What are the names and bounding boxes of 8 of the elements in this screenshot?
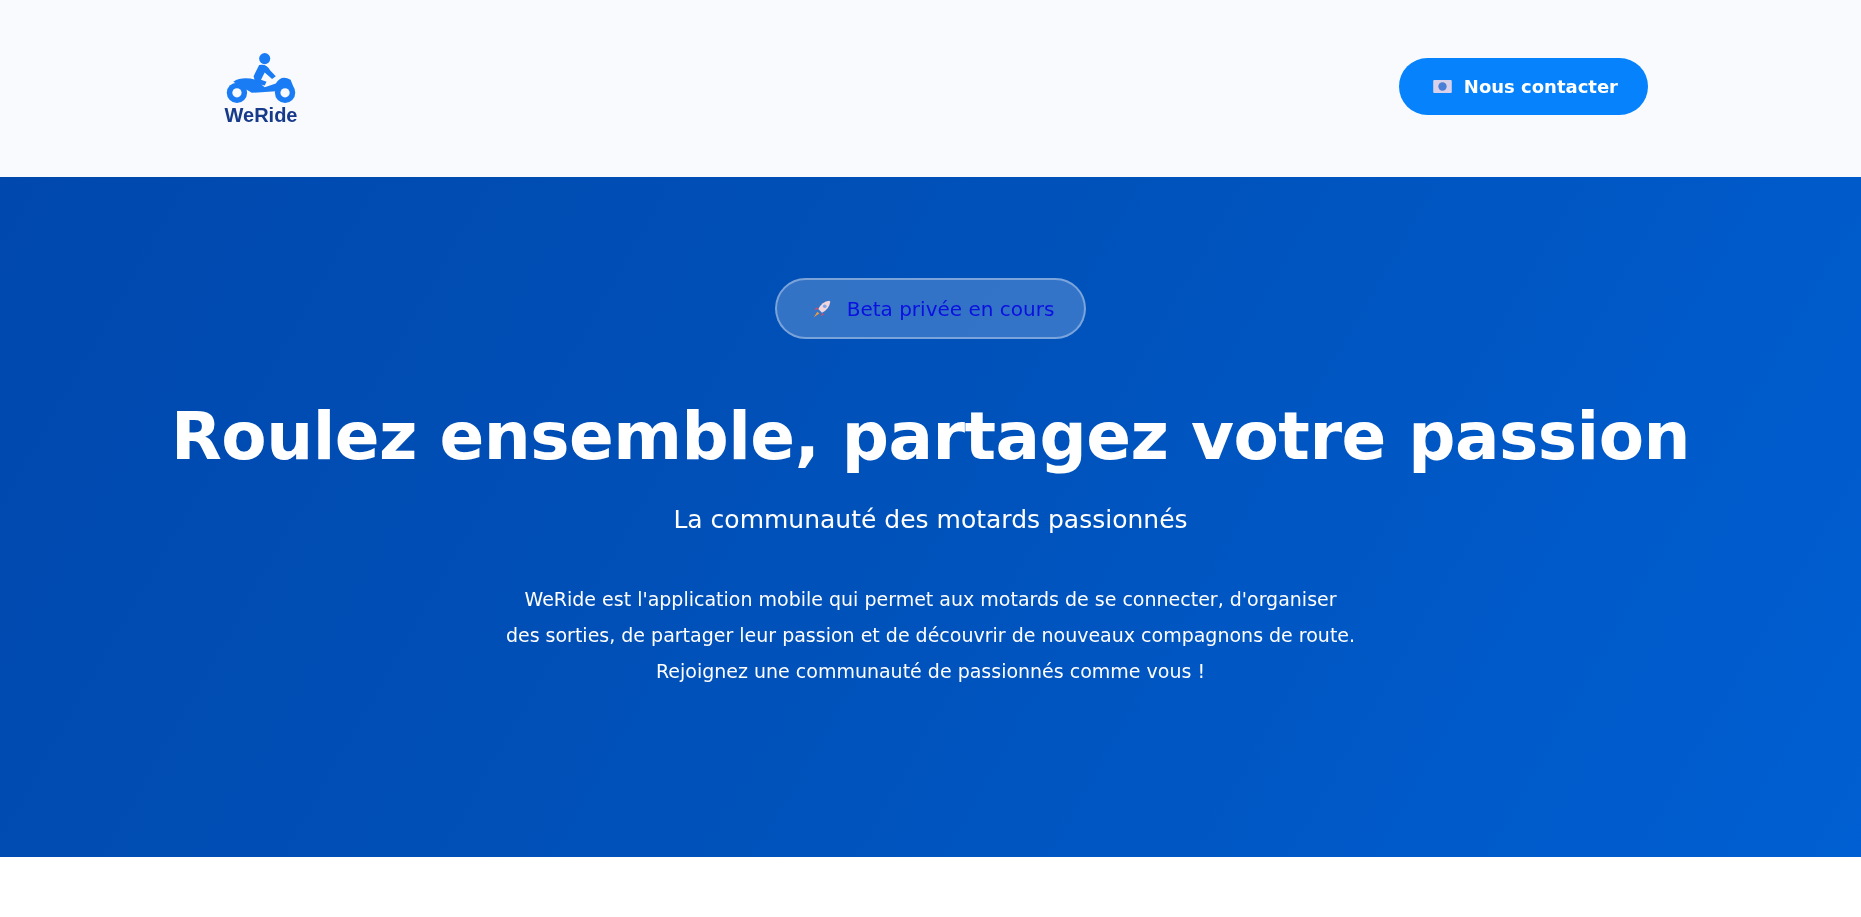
envelope-icon <box>1432 80 1452 93</box>
contact-button[interactable]: Nous contacter <box>1398 58 1648 115</box>
hero-title: Roulez ensemble, partagez votre passion <box>171 397 1690 477</box>
hero-subtitle: La communauté des motards passionnés <box>673 504 1188 536</box>
hero-description: WeRide est l'application mobile qui permet aux motards de se connecter, d'organiser des sorties, de partager leur passion et de découvrir de nouveaux compagnons de route. Rejoignez une communauté de passionnés comme vous ! <box>505 587 1356 684</box>
logo-text: WeRide <box>224 103 298 126</box>
motorcycle-icon <box>224 51 298 104</box>
beta-badge: Beta privée en cours <box>774 278 1087 339</box>
